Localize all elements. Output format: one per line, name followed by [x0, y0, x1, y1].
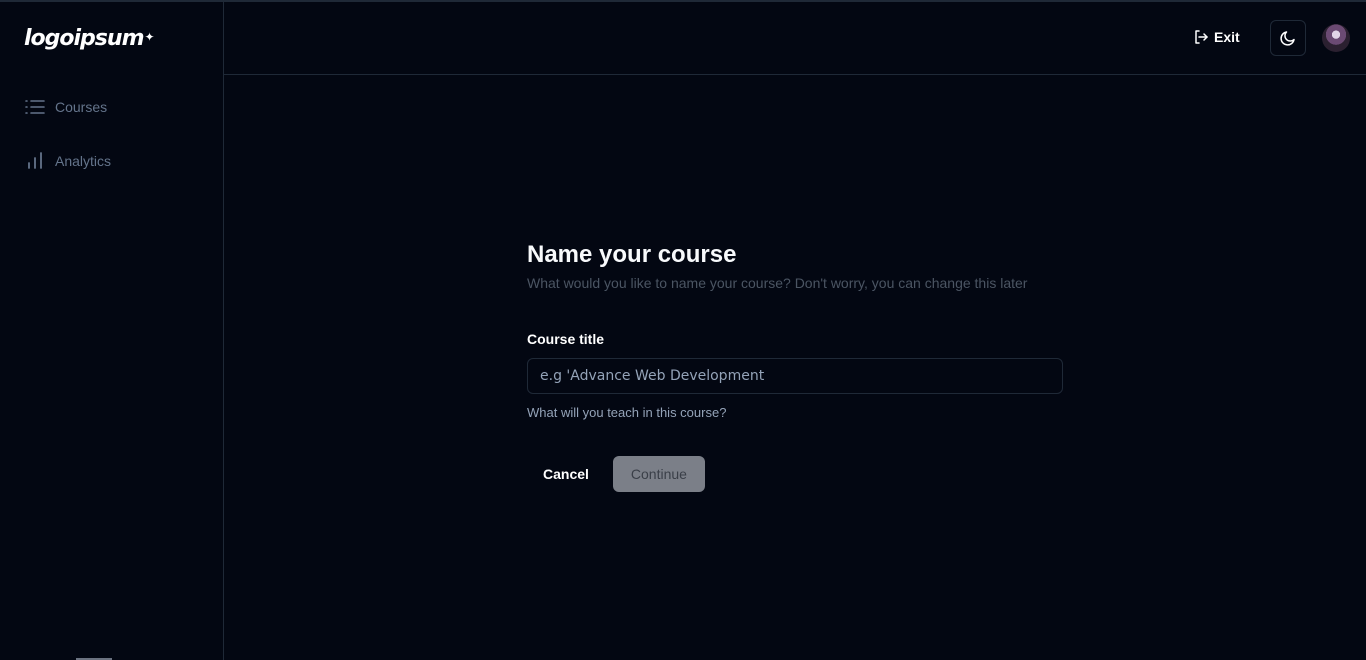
course-title-label: Course title — [527, 331, 605, 347]
logo[interactable]: logoipsum ✦ — [24, 26, 155, 52]
course-title-helper: What will you teach in this course? — [527, 405, 727, 420]
course-title-input[interactable] — [527, 358, 1063, 394]
sidebar-item-courses[interactable]: Courses — [0, 80, 223, 134]
bar-chart-icon — [28, 152, 42, 169]
moon-icon — [1280, 31, 1295, 46]
cancel-button[interactable]: Cancel — [527, 456, 605, 492]
sidebar-nav: Courses Analytics — [0, 80, 223, 188]
continue-button[interactable]: Continue — [612, 456, 705, 492]
page-subtitle: What would you like to name your course?… — [527, 275, 1028, 291]
log-out-icon — [1195, 30, 1208, 44]
exit-label: Exit — [1214, 29, 1240, 45]
sidebar: logoipsum ✦ Courses Analytics — [0, 2, 224, 660]
logo-text: logoipsum — [24, 26, 144, 51]
sidebar-item-label: Analytics — [55, 153, 112, 169]
page-title: Name your course — [527, 241, 737, 268]
create-course-form: Name your course What would you like to … — [527, 240, 1067, 492]
exit-button[interactable]: Exit — [1193, 29, 1240, 45]
theme-toggle-button[interactable] — [1270, 20, 1306, 56]
list-icon — [25, 100, 45, 114]
form-actions: Cancel Continue — [527, 456, 1067, 492]
sidebar-item-label: Courses — [55, 99, 108, 115]
avatar[interactable] — [1322, 24, 1350, 52]
top-header: Exit — [224, 2, 1366, 75]
sparkle-icon: ✦ — [144, 30, 155, 44]
sidebar-item-analytics[interactable]: Analytics — [0, 134, 223, 188]
